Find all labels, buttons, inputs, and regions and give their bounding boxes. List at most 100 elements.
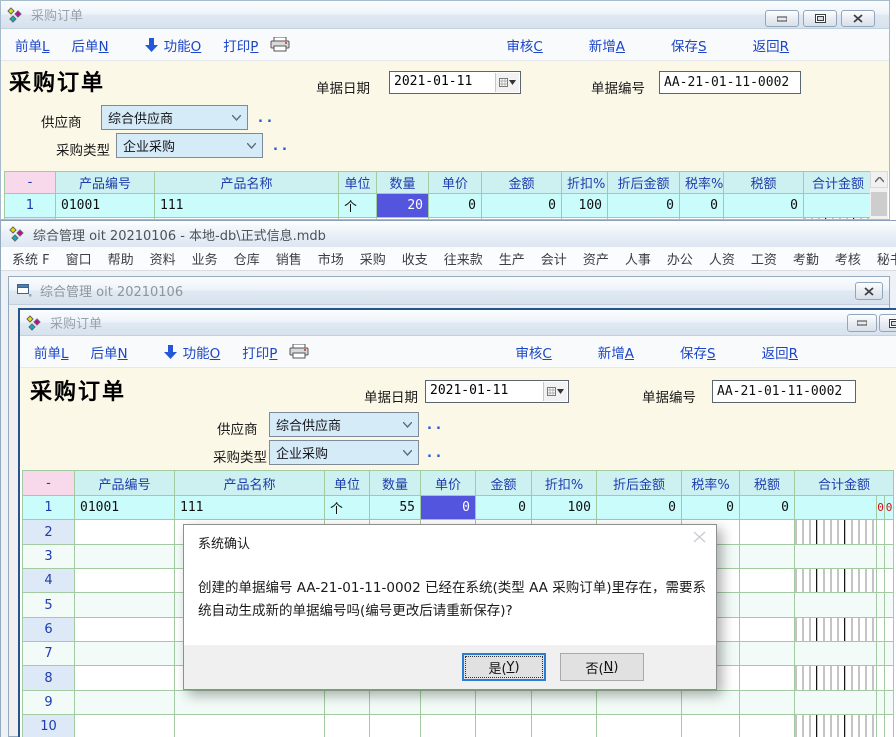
menu-item[interactable]: 人资 [706,249,738,268]
column-header[interactable]: 税率% [682,471,740,496]
next-doc-button[interactable]: 后单N [91,342,128,362]
doc-number-input[interactable] [712,380,856,403]
table-cell[interactable] [75,642,175,666]
calendar-dropdown-button[interactable] [495,73,519,92]
table-cell[interactable] [682,690,740,714]
purchase-type-combobox[interactable]: 企业采购 [269,440,419,465]
table-cell[interactable] [532,715,597,737]
table-cell[interactable] [877,569,885,593]
table-cell[interactable] [75,617,175,641]
return-button[interactable]: 返回R [762,342,798,362]
date-input[interactable] [394,74,484,89]
prev-doc-button[interactable]: 前单L [15,35,50,55]
vertical-scrollbar[interactable] [870,171,888,219]
purchase-type-more-button[interactable]: .. [427,446,445,461]
table-cell[interactable] [325,690,370,714]
audit-button[interactable]: 审核C [506,35,542,55]
save-button[interactable]: 保存S [680,342,716,362]
column-header[interactable]: - [23,471,75,496]
table-cell[interactable]: 0 [429,194,482,218]
minimize-button[interactable] [847,314,877,332]
menu-item[interactable]: 资料 [147,249,179,268]
menu-item[interactable]: 帮助 [105,249,137,268]
table-cell[interactable] [75,593,175,617]
table-cell[interactable] [682,715,740,737]
menu-item[interactable]: 收支 [399,249,431,268]
menu-item[interactable]: 仓库 [231,249,263,268]
column-header[interactable]: 数量 [377,172,429,194]
menu-item[interactable]: 工资 [748,249,780,268]
table-cell[interactable] [597,690,682,714]
calendar-dropdown-button[interactable] [543,382,567,401]
menu-item[interactable]: 人事 [622,249,654,268]
column-header[interactable]: 产品编号 [75,471,175,496]
save-button[interactable]: 保存S [671,35,707,55]
table-cell[interactable] [421,690,476,714]
no-button[interactable]: 否(N) [560,653,644,681]
functions-button[interactable]: 功能O [164,35,202,55]
column-header[interactable]: - [5,172,56,194]
prev-doc-button[interactable]: 前单L [34,342,69,362]
next-doc-button[interactable]: 后单N [72,35,109,55]
purchase-type-more-button[interactable]: .. [273,139,291,154]
table-cell[interactable]: 01001 [56,194,155,218]
menu-item[interactable]: 会计 [538,249,570,268]
menu-item[interactable]: 业务 [189,249,221,268]
table-cell[interactable]: 55 [370,496,421,520]
printer-icon[interactable] [270,37,290,52]
table-cell[interactable]: 0 [482,194,562,218]
table-cell[interactable] [885,544,894,568]
table-cell[interactable] [75,520,175,544]
column-header[interactable]: 合计金额 [795,471,894,496]
selected-cell[interactable]: 20 [377,194,429,218]
table-cell[interactable] [370,715,421,737]
menu-item[interactable]: 采购 [357,249,389,268]
table-cell[interactable] [597,715,682,737]
menu-item[interactable]: 办公 [664,249,696,268]
table-cell[interactable] [740,593,795,617]
audit-button[interactable]: 审核C [515,342,551,362]
supplier-more-button[interactable]: .. [427,418,445,433]
close-button[interactable] [693,531,706,543]
column-header[interactable]: 产品名称 [175,471,325,496]
column-header[interactable]: 金额 [476,471,532,496]
date-input[interactable] [430,383,525,398]
table-cell[interactable] [877,544,885,568]
table-cell[interactable] [75,544,175,568]
table-cell[interactable]: 0 [476,496,532,520]
title-bar[interactable]: 采购订单 [1,1,889,29]
column-header[interactable]: 折扣% [562,172,608,194]
maximize-button[interactable] [879,314,896,332]
table-cell[interactable]: 个 [325,496,370,520]
table-cell[interactable] [740,544,795,568]
column-header[interactable]: 单位 [339,172,377,194]
menu-item[interactable]: 系统 F [9,249,53,268]
table-cell[interactable] [877,715,885,737]
table-cell[interactable] [175,715,325,737]
table-cell[interactable]: 0 [682,496,740,520]
table-cell[interactable] [877,617,885,641]
table-cell[interactable]: 111 [155,194,339,218]
table-cell[interactable] [175,690,325,714]
column-header[interactable]: 产品名称 [155,172,339,194]
table-cell[interactable]: 个 [339,194,377,218]
table-cell[interactable]: 0 [680,194,724,218]
table-cell[interactable] [885,593,894,617]
column-header[interactable]: 单价 [429,172,482,194]
table-cell[interactable]: 111 [175,496,325,520]
menu-item[interactable]: 秘书 [874,249,896,268]
selected-cell[interactable]: 0 [421,496,476,520]
table-cell[interactable]: 01001 [75,496,175,520]
column-header[interactable]: 单价 [421,471,476,496]
close-button[interactable] [841,10,875,27]
supplier-combobox[interactable]: 综合供应商 [269,412,419,437]
table-cell[interactable] [885,690,894,714]
purchase-type-combobox[interactable]: 企业采购 [116,133,263,158]
table-cell[interactable] [370,690,421,714]
table-cell[interactable] [740,690,795,714]
menu-item[interactable]: 往来款 [441,249,486,268]
title-bar[interactable]: 采购订单 [20,310,896,336]
table-cell[interactable] [877,666,885,690]
table-cell[interactable]: 100 [532,496,597,520]
column-header[interactable]: 数量 [370,471,421,496]
